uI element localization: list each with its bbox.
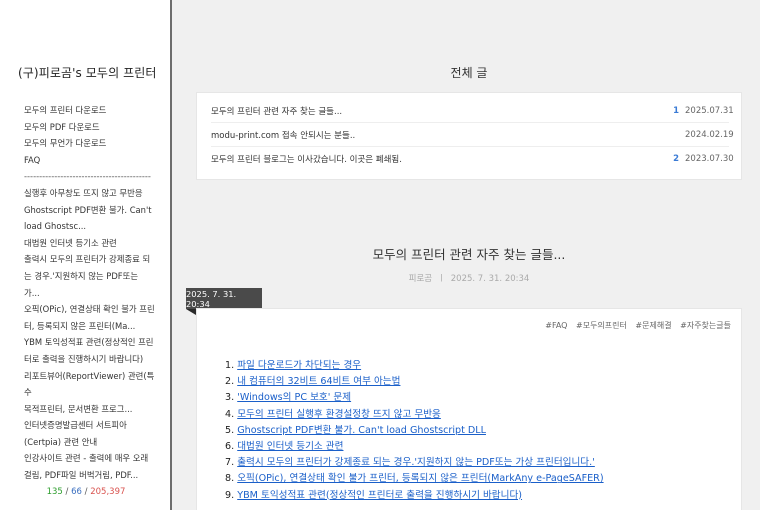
list-item: 1. 파일 다운로드가 차단되는 경우 <box>225 358 735 374</box>
item-number: 8. <box>225 473 235 485</box>
comment-count: 1 <box>673 105 679 116</box>
menu-item-ybm-cont[interactable]: 터로 출력을 진행하시기 바랍니다) <box>24 351 160 368</box>
menu-item-certpia-cont[interactable]: (Certpia) 관련 안내 <box>24 434 160 451</box>
item-number: 9. <box>225 489 235 501</box>
counter-total: 205,397 <box>90 487 126 497</box>
item-number: 1. <box>225 360 235 371</box>
faq-link[interactable]: Ghostscript PDF변환 불가. Can't load Ghostsc… <box>237 425 486 436</box>
post-date: 2023.07.30 <box>685 154 734 164</box>
menu-item-no-response[interactable]: 실행후 아무창도 뜨지 않고 무반응 <box>24 185 160 202</box>
menu-item-download-pdf[interactable]: 모두의 PDF 다운로드 <box>24 119 160 136</box>
faq-link-list: 1. 파일 다운로드가 차단되는 경우 2. 내 컴퓨터의 32비트 64비트 … <box>225 358 735 504</box>
meta-separator: ㅣ <box>437 274 446 284</box>
post-list-title: 전체 글 <box>450 66 488 80</box>
menu-item-force-quit[interactable]: 출력시 모두의 프린터가 강제종료 되 <box>24 251 160 268</box>
menu-item-download-printer[interactable]: 모두의 프린터 다운로드 <box>24 102 160 119</box>
menu-item-opic[interactable]: 오픽(OPic), 연결상태 확인 불가 프린 <box>24 301 160 318</box>
menu-item-reportviewer-cont[interactable]: 목적프린터, 문서변환 프로그... <box>24 401 160 418</box>
post-title[interactable]: modu-print.com 접속 안되시는 분들.. <box>211 129 665 141</box>
post-title[interactable]: 모두의 프린터 블로그는 이사갔습니다. 이곳은 폐쇄됨. <box>211 153 665 165</box>
list-item: 9. YBM 토익성적표 관련(정상적인 프린터로 출력을 진행하시기 바랍니다… <box>225 488 735 504</box>
menu-item-force-quit-cont2[interactable]: 가... <box>24 285 160 302</box>
faq-link[interactable]: 'Windows의 PC 보호' 문제 <box>237 392 351 403</box>
faq-link[interactable]: 오픽(OPic), 연결상태 확인 불가 프린터, 등록되지 않은 프린터(Ma… <box>237 473 603 484</box>
item-number: 3. <box>225 392 235 404</box>
menu-item-ghostscript[interactable]: Ghostscript PDF변환 불가. Can't <box>24 202 160 219</box>
visitor-counter: 135 / 66 / 205,397 <box>0 487 172 497</box>
post-row[interactable]: 모두의 프린터 블로그는 이사갔습니다. 이곳은 폐쇄됨. 2 2023.07.… <box>211 147 734 171</box>
tag-faq-posts[interactable]: #자주찾는글들 <box>680 321 731 330</box>
article-date-tag: 2025. 7. 31. 20:34 <box>186 288 262 315</box>
post-row[interactable]: modu-print.com 접속 안되시는 분들.. 2024.02.19 <box>211 123 734 147</box>
menu-item-lecture-site-cont[interactable]: 걸림, PDF파일 버벅거림, PDF... <box>24 467 160 484</box>
menu-item-reportviewer[interactable]: 리포트뷰어(ReportViewer) 관련(특수 <box>24 368 160 401</box>
menu-item-opic-cont[interactable]: 터, 등록되지 않은 프린터(Ma... <box>24 318 160 335</box>
menu-item-court-registry[interactable]: 대법원 인터넷 등기소 관련 <box>24 235 160 252</box>
blog-title[interactable]: (구)피로곰's 모두의 프린터 <box>18 64 157 81</box>
menu-item-force-quit-cont[interactable]: 는 경우.'지원하지 않는 PDF또는 <box>24 268 160 285</box>
faq-link[interactable]: 내 컴퓨터의 32비트 64비트 여부 아는법 <box>237 376 400 387</box>
article-datetime: 2025. 7. 31. 20:34 <box>450 274 530 284</box>
main-content: 전체 글 모두의 프린터 관련 자주 찾는 글들... 1 2025.07.31… <box>186 0 742 510</box>
post-date: 2024.02.19 <box>685 129 734 140</box>
item-number: 4. <box>225 408 235 420</box>
menu-item-download-something[interactable]: 모두의 무언가 다운로드 <box>24 135 160 152</box>
item-number: 7. <box>225 457 235 469</box>
counter-yesterday: 66 <box>71 487 82 497</box>
article-meta: 피로곰 ㅣ 2025. 7. 31. 20:34 <box>196 272 742 284</box>
comment-count: 2 <box>673 154 679 164</box>
list-item: 8. 오픽(OPic), 연결상태 확인 불가 프린터, 등록되지 않은 프린터… <box>225 471 735 487</box>
list-item: 3. 'Windows의 PC 보호' 문제 <box>225 390 735 406</box>
post-list: 모두의 프린터 관련 자주 찾는 글들... 1 2025.07.31 modu… <box>196 92 742 180</box>
tag-troubleshoot[interactable]: #문제해결 <box>635 321 671 330</box>
tag-list: #FAQ #모두의프린터 #문제해결 #자주찾는글들 <box>539 320 731 331</box>
faq-link[interactable]: 출력시 모두의 프린터가 강제종료 되는 경우.'지원하지 않는 PDF또는 가… <box>237 457 595 468</box>
item-number: 5. <box>225 424 235 436</box>
sidebar-menu: 모두의 프린터 다운로드 모두의 PDF 다운로드 모두의 무언가 다운로드 F… <box>24 102 160 484</box>
counter-sep: / <box>62 487 72 497</box>
item-number: 6. <box>225 441 235 453</box>
menu-item-ghostscript-cont[interactable]: load Ghostsc... <box>24 218 160 235</box>
item-number: 2. <box>225 376 235 388</box>
tag-modu-printer[interactable]: #모두의프린터 <box>576 321 627 330</box>
menu-separator: ----------------------------------------… <box>24 171 151 182</box>
list-item: 7. 출력시 모두의 프린터가 강제종료 되는 경우.'지원하지 않는 PDF또… <box>225 455 735 471</box>
article-body: #FAQ #모두의프린터 #문제해결 #자주찾는글들 1. 파일 다운로드가 차… <box>196 308 742 510</box>
post-date: 2025.07.31 <box>685 105 734 116</box>
menu-item-lecture-site[interactable]: 인강사이트 관련 - 출력에 매우 오래 <box>24 450 160 467</box>
tag-faq[interactable]: #FAQ <box>545 321 567 330</box>
list-item: 2. 내 컴퓨터의 32비트 64비트 여부 아는법 <box>225 374 735 390</box>
faq-link[interactable]: 대법원 인터넷 등기소 관련 <box>237 441 343 452</box>
menu-item-certpia[interactable]: 인터넷증명발급센터 서트피아 <box>24 417 160 434</box>
list-item: 4. 모두의 프린터 실행후 환경설정창 뜨지 않고 무반응 <box>225 407 735 423</box>
faq-link[interactable]: 모두의 프린터 실행후 환경설정창 뜨지 않고 무반응 <box>237 409 441 420</box>
list-item: 6. 대법원 인터넷 등기소 관련 <box>225 439 735 455</box>
post-row[interactable]: 모두의 프린터 관련 자주 찾는 글들... 1 2025.07.31 <box>211 99 734 123</box>
post-title[interactable]: 모두의 프린터 관련 자주 찾는 글들... <box>211 105 665 117</box>
article-author[interactable]: 피로곰 <box>409 274 432 284</box>
counter-today: 135 <box>46 487 63 497</box>
counter-sep: / <box>81 487 91 497</box>
faq-link[interactable]: 파일 다운로드가 차단되는 경우 <box>237 360 361 371</box>
faq-link[interactable]: YBM 토익성적표 관련(정상적인 프린터로 출력을 진행하시기 바랍니다) <box>237 490 522 501</box>
menu-item-faq[interactable]: FAQ <box>24 152 160 169</box>
menu-item-ybm[interactable]: YBM 토익성적표 관련(정상적인 프린 <box>24 334 160 351</box>
sidebar: (구)피로곰's 모두의 프린터 모두의 프린터 다운로드 모두의 PDF 다운… <box>0 0 172 510</box>
list-item: 5. Ghostscript PDF변환 불가. Can't load Ghos… <box>225 423 735 439</box>
article-title[interactable]: 모두의 프린터 관련 자주 찾는 글들... <box>196 244 742 263</box>
